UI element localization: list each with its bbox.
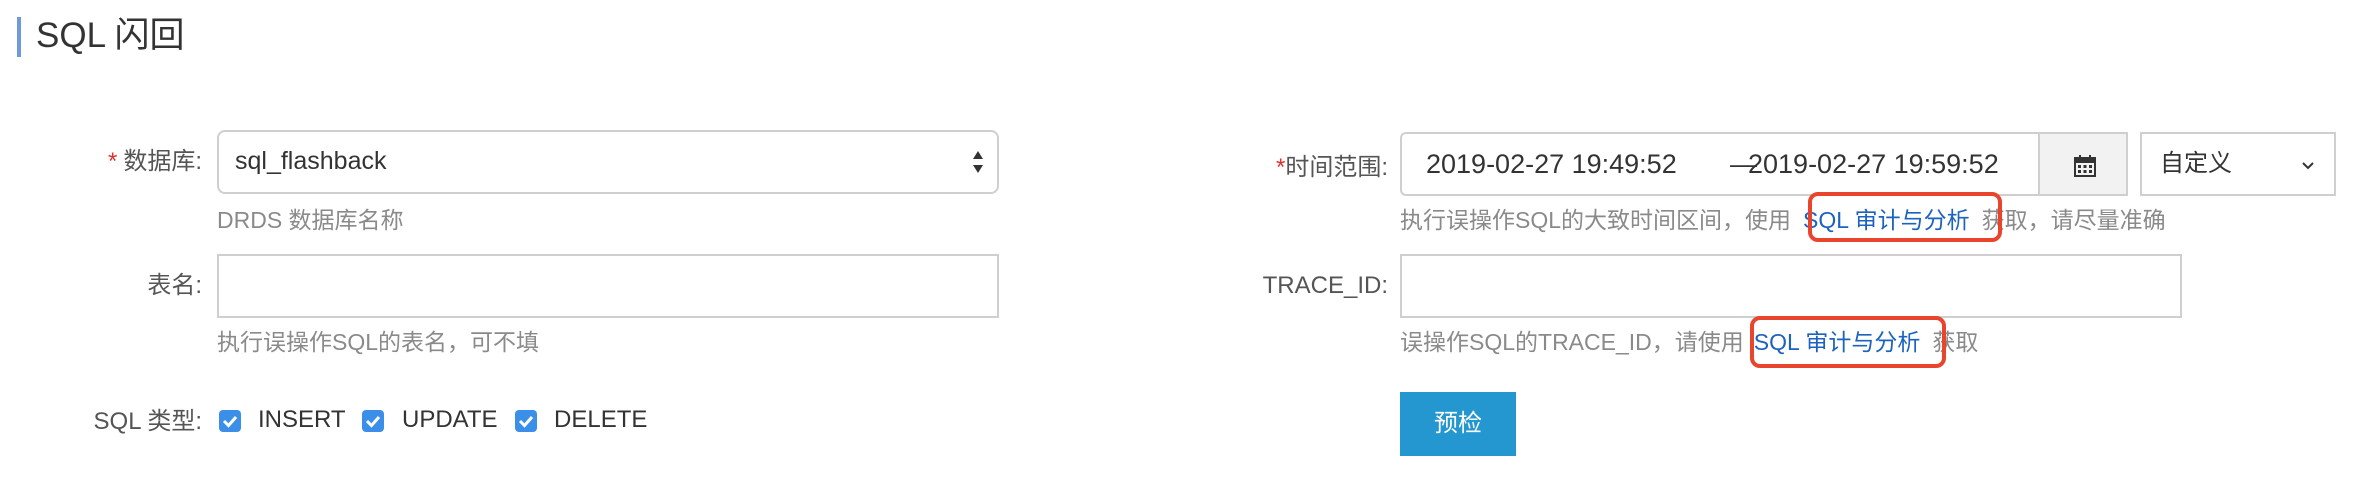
database-label: 数据库: xyxy=(123,148,202,175)
time-range-label-row: *时间范围: xyxy=(1230,152,1388,184)
database-select[interactable]: sql_flashback xyxy=(217,130,999,194)
calendar-button[interactable] xyxy=(2038,132,2128,196)
chevron-down-icon xyxy=(2302,162,2314,170)
date-range-input[interactable]: 2019-02-27 19:49:52 — 2019-02-27 19:59:5… xyxy=(1400,132,2040,196)
required-mark: * xyxy=(107,148,118,175)
check-icon xyxy=(365,416,381,428)
database-label-row: * 数据库: xyxy=(60,146,202,178)
update-checkbox[interactable] xyxy=(362,410,384,432)
trace-id-input[interactable] xyxy=(1400,254,2182,318)
check-icon xyxy=(222,416,238,428)
required-mark: * xyxy=(1275,154,1286,181)
table-label: 表名: xyxy=(147,272,202,299)
sql-type-label: SQL 类型: xyxy=(93,408,202,435)
link-highlight-box xyxy=(1808,192,2002,242)
time-range-label: 时间范围: xyxy=(1285,154,1388,181)
link-highlight-box xyxy=(1750,316,1946,368)
page-title: SQL 闪回 xyxy=(36,16,185,55)
calendar-icon xyxy=(2074,155,2096,177)
insert-label: INSERT xyxy=(258,406,346,433)
delete-label: DELETE xyxy=(554,406,648,433)
table-hint: 执行误操作SQL的表名，可不填 xyxy=(217,329,540,355)
database-select-value: sql_flashback xyxy=(235,147,387,175)
insert-checkbox[interactable] xyxy=(219,410,241,432)
time-range-hint-suffix: 获取，请尽量准确 xyxy=(1981,207,2166,233)
time-preset-select[interactable]: 自定义 xyxy=(2140,132,2336,196)
time-preset-value: 自定义 xyxy=(2160,150,2232,177)
check-icon xyxy=(518,416,534,428)
select-arrows-icon xyxy=(973,151,983,173)
time-range-hint: 执行误操作SQL的大致时间区间，使用 SQL 审计与分析 获取，请尽量准确 xyxy=(1400,204,2166,236)
update-label: UPDATE xyxy=(402,406,498,433)
database-hint: DRDS 数据库名称 xyxy=(217,207,404,233)
start-time[interactable]: 2019-02-27 19:49:52 xyxy=(1426,134,1677,194)
precheck-button[interactable]: 预检 xyxy=(1400,392,1516,456)
table-name-input[interactable] xyxy=(217,254,999,318)
title-accent-bar xyxy=(17,17,21,57)
delete-checkbox[interactable] xyxy=(515,410,537,432)
trace-id-label: TRACE_ID: xyxy=(1262,272,1388,299)
trace-id-hint-text: 误操作SQL的TRACE_ID，请使用 xyxy=(1400,329,1744,355)
time-range-hint-text: 执行误操作SQL的大致时间区间，使用 xyxy=(1400,207,1792,233)
end-time[interactable]: 2019-02-27 19:59:52 xyxy=(1748,134,1999,194)
